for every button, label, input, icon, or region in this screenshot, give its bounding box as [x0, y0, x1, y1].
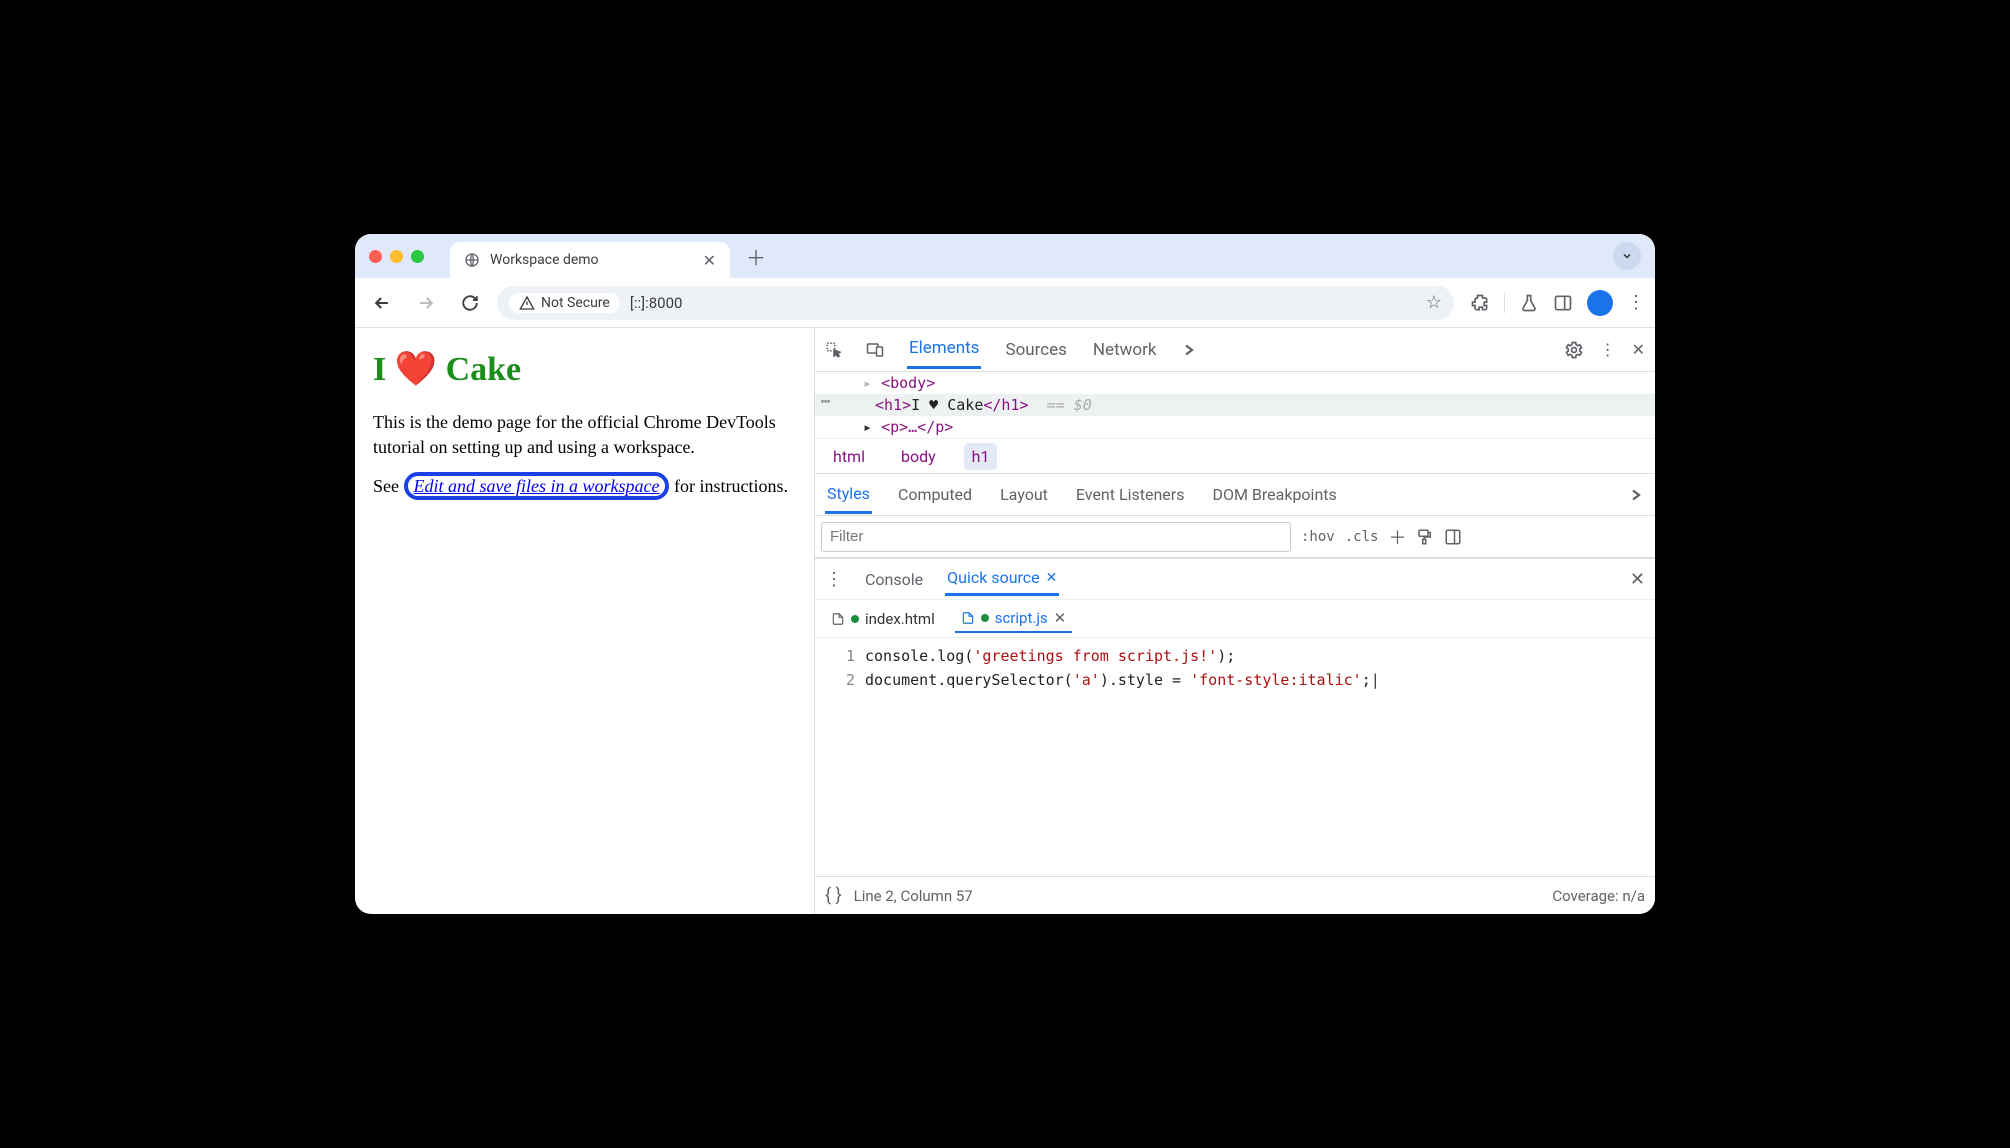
highlight-ring: Edit and save files in a workspace — [404, 472, 670, 500]
computed-panel-icon[interactable] — [1444, 528, 1462, 546]
file-tab-index[interactable]: index.html — [825, 606, 941, 632]
minimize-window-button[interactable] — [390, 250, 403, 263]
inspect-element-icon[interactable] — [825, 341, 843, 359]
bookmark-star-icon[interactable]: ☆ — [1426, 292, 1442, 313]
coverage-status: Coverage: n/a — [1552, 887, 1645, 905]
file-modified-dot-icon — [851, 615, 859, 623]
settings-gear-icon[interactable] — [1564, 340, 1584, 360]
page-paragraph-1: This is the demo page for the official C… — [373, 410, 796, 460]
close-tab-button[interactable]: ✕ — [703, 251, 716, 270]
tab-quick-source[interactable]: Quick source ✕ — [945, 562, 1059, 596]
side-panel-icon[interactable] — [1553, 293, 1573, 313]
browser-tab[interactable]: Workspace demo ✕ — [450, 242, 730, 278]
page-heading: I ❤️ Cake — [373, 346, 796, 394]
content-area: I ❤️ Cake This is the demo page for the … — [355, 328, 1655, 914]
browser-window: Workspace demo ✕ ＋ Not Secure [::]:8000 — [355, 234, 1655, 914]
drawer-tabbar: ⋮ Console Quick source ✕ ✕ — [815, 558, 1655, 600]
code-editor[interactable]: 12 console.log('greetings from script.js… — [815, 638, 1655, 876]
tab-elements[interactable]: Elements — [907, 330, 981, 369]
dom-overflow-icon[interactable]: ⋯ — [821, 392, 830, 410]
crumb-h1[interactable]: h1 — [964, 443, 998, 470]
security-badge[interactable]: Not Secure — [509, 293, 620, 313]
tab-computed[interactable]: Computed — [896, 477, 974, 512]
page-paragraph-2: See Edit and save files in a workspace f… — [373, 474, 796, 499]
warning-icon — [519, 295, 535, 311]
window-titlebar: Workspace demo ✕ ＋ — [355, 234, 1655, 278]
paint-icon[interactable] — [1416, 528, 1434, 546]
more-tabs-icon[interactable] — [1180, 341, 1198, 359]
devtools-panel: Elements Sources Network ⋮ ✕ ⋯ ▸ <body> — [815, 328, 1655, 914]
url-text: [::]:8000 — [630, 294, 683, 312]
tab-event-listeners[interactable]: Event Listeners — [1074, 477, 1187, 512]
file-tab-script[interactable]: script.js ✕ — [955, 605, 1073, 633]
line-gutter: 12 — [815, 638, 865, 876]
browser-menu-icon[interactable]: ⋮ — [1627, 292, 1645, 313]
profile-avatar[interactable] — [1587, 290, 1613, 316]
webpage-viewport: I ❤️ Cake This is the demo page for the … — [355, 328, 815, 914]
more-styles-tabs-icon[interactable] — [1627, 486, 1645, 504]
devtools-close-icon[interactable]: ✕ — [1632, 340, 1645, 359]
tab-console[interactable]: Console — [863, 564, 925, 595]
devtools-menu-icon[interactable]: ⋮ — [1600, 340, 1616, 359]
toolbar: Not Secure [::]:8000 ☆ ⋮ — [355, 278, 1655, 328]
tab-sources[interactable]: Sources — [1003, 332, 1068, 368]
styles-toolbar: :hov .cls ＋ — [815, 516, 1655, 558]
dom-tree[interactable]: ⋯ ▸ <body> <h1>I ♥ Cake</h1> == $0 ▸ <p>… — [815, 372, 1655, 438]
globe-icon — [464, 252, 480, 268]
close-window-button[interactable] — [369, 250, 382, 263]
editor-statusbar: { } Line 2, Column 57 Coverage: n/a — [815, 876, 1655, 914]
tab-title: Workspace demo — [490, 252, 599, 268]
hov-toggle[interactable]: :hov — [1301, 529, 1335, 545]
devtools-toolbar: Elements Sources Network ⋮ ✕ — [815, 328, 1655, 372]
close-file-tab-icon[interactable]: ✕ — [1054, 609, 1067, 627]
styles-tabbar: Styles Computed Layout Event Listeners D… — [815, 474, 1655, 516]
styles-filter-input[interactable] — [821, 522, 1291, 552]
close-drawer-tab-icon[interactable]: ✕ — [1046, 570, 1058, 586]
dom-node[interactable]: ▸ <body> — [815, 372, 1655, 394]
cls-toggle[interactable]: .cls — [1345, 529, 1379, 545]
tab-layout[interactable]: Layout — [998, 477, 1050, 512]
security-label: Not Secure — [541, 295, 610, 311]
tabs-dropdown-button[interactable] — [1613, 242, 1641, 270]
back-button[interactable] — [365, 286, 399, 320]
forward-button[interactable] — [409, 286, 443, 320]
toolbar-separator — [1504, 293, 1505, 313]
drawer-menu-icon[interactable]: ⋮ — [825, 569, 843, 590]
workspace-tutorial-link[interactable]: Edit and save files in a workspace — [414, 476, 660, 496]
file-icon — [961, 610, 975, 626]
toolbar-right: ⋮ — [1464, 290, 1645, 316]
dom-node[interactable]: ▸ <p>…</p> — [815, 416, 1655, 438]
reload-button[interactable] — [453, 286, 487, 320]
dom-node-selected[interactable]: <h1>I ♥ Cake</h1> == $0 — [815, 394, 1655, 416]
dom-breadcrumbs: html body h1 — [815, 438, 1655, 474]
cursor-position: Line 2, Column 57 — [854, 887, 973, 905]
device-toolbar-icon[interactable] — [865, 341, 885, 359]
new-style-rule-icon[interactable]: ＋ — [1388, 524, 1406, 550]
file-tabbar: index.html script.js ✕ — [815, 600, 1655, 638]
new-tab-button[interactable]: ＋ — [746, 242, 766, 271]
pretty-print-icon[interactable]: { } — [825, 885, 842, 906]
crumb-body[interactable]: body — [893, 443, 944, 470]
file-icon — [831, 611, 845, 627]
address-bar[interactable]: Not Secure [::]:8000 ☆ — [497, 286, 1454, 320]
drawer-close-icon[interactable]: ✕ — [1630, 569, 1645, 590]
tab-network[interactable]: Network — [1091, 332, 1159, 368]
crumb-html[interactable]: html — [825, 443, 873, 470]
tab-dom-breakpoints[interactable]: DOM Breakpoints — [1210, 477, 1338, 512]
zoom-window-button[interactable] — [411, 250, 424, 263]
file-modified-dot-icon — [981, 614, 989, 622]
labs-icon[interactable] — [1519, 293, 1539, 313]
extensions-icon[interactable] — [1470, 293, 1490, 313]
code-content[interactable]: console.log('greetings from script.js!')… — [865, 638, 1380, 876]
window-controls — [369, 250, 424, 263]
tab-styles[interactable]: Styles — [825, 476, 872, 514]
